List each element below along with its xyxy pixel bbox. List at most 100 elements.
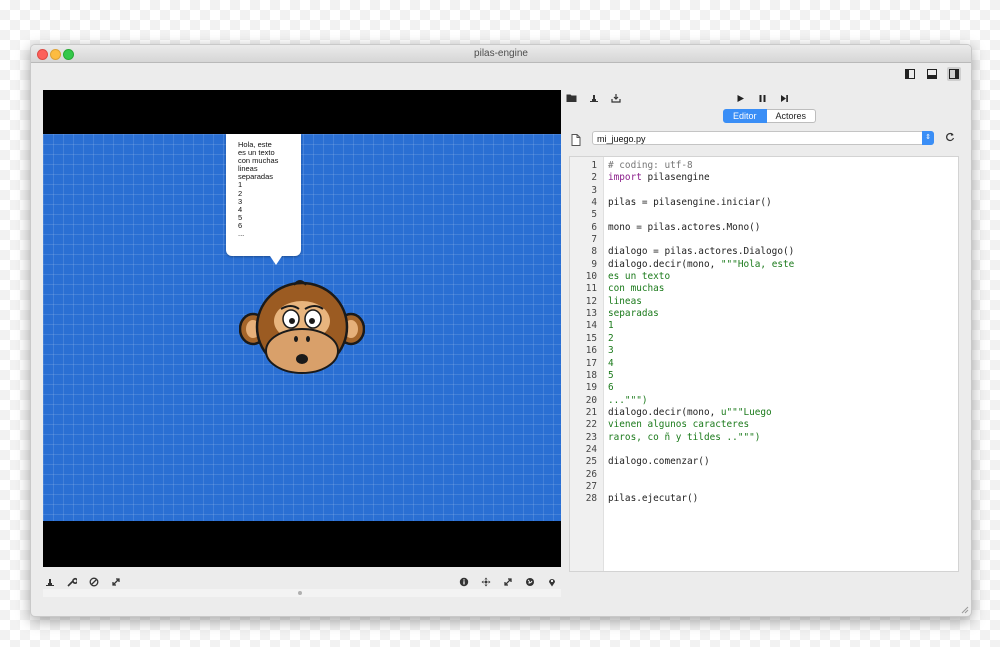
line-number: 2 bbox=[591, 172, 597, 184]
wrench-icon[interactable] bbox=[65, 575, 79, 589]
code-text: dialogo.comenzar() bbox=[608, 456, 710, 468]
select-chevron-icon[interactable]: ⇕ bbox=[922, 131, 934, 145]
code-line[interactable]: 20 ...""") bbox=[570, 395, 958, 407]
line-number: 1 bbox=[591, 160, 597, 171]
canvas-horizontal-scrollbar[interactable] bbox=[43, 589, 561, 597]
resize-grip-icon[interactable] bbox=[961, 606, 969, 614]
code-text: ...""") bbox=[608, 394, 648, 406]
dialog-bubble: Hola, este es un texto con muchas lineas… bbox=[226, 134, 301, 265]
line-number: 20 bbox=[585, 394, 597, 406]
location-pin-icon[interactable] bbox=[545, 575, 559, 589]
code-text: 3 bbox=[608, 345, 614, 357]
monkey-actor[interactable] bbox=[239, 279, 365, 379]
code-text: dialogo.decir(mono, """Hola, este bbox=[608, 258, 795, 270]
layout-bottom-panel-icon[interactable] bbox=[925, 67, 939, 81]
line-number: 27 bbox=[585, 480, 597, 492]
code-line[interactable]: 25 dialogo.comenzar() bbox=[570, 456, 958, 468]
code-line[interactable]: 11 con muchas bbox=[570, 283, 958, 295]
code-text: 5 bbox=[608, 369, 614, 381]
code-text: pilas = pilasengine.iniciar() bbox=[608, 197, 772, 209]
play-icon[interactable] bbox=[733, 91, 747, 105]
code-text: separadas bbox=[608, 308, 659, 320]
game-canvas[interactable]: Hola, este es un texto con muchas lineas… bbox=[43, 90, 561, 567]
line-number: 14 bbox=[585, 320, 597, 332]
layout-left-panel-icon[interactable] bbox=[903, 67, 917, 81]
line-number: 28 bbox=[585, 493, 597, 505]
code-line[interactable]: 19 6 bbox=[570, 382, 958, 394]
game-scene[interactable]: Hola, este es un texto con muchas lineas… bbox=[43, 134, 561, 521]
code-text: es un texto bbox=[608, 271, 671, 283]
title-bar[interactable]: pilas-engine bbox=[31, 45, 971, 63]
move-icon[interactable] bbox=[479, 575, 493, 589]
editor-panel: Editor Actores mi_juego.py ⇕ 1 # coding: … bbox=[565, 90, 961, 574]
code-text: raros, co ñ y tildes ..""") bbox=[608, 431, 761, 443]
line-number: 3 bbox=[591, 184, 597, 196]
line-number: 13 bbox=[585, 308, 597, 320]
line-number: 10 bbox=[585, 271, 597, 283]
code-line[interactable]: 28 pilas.ejecutar() bbox=[570, 493, 958, 505]
code-line[interactable]: 9 dialogo.decir(mono, """Hola, este bbox=[570, 259, 958, 271]
code-line[interactable]: 16 3 bbox=[570, 345, 958, 357]
line-number: 5 bbox=[591, 209, 597, 221]
line-number: 9 bbox=[591, 258, 597, 270]
code-line[interactable]: 27 bbox=[570, 481, 958, 493]
file-select-value: mi_juego.py bbox=[597, 134, 646, 144]
line-number: 25 bbox=[585, 456, 597, 468]
code-line[interactable]: 23 raros, co ñ y tildes ..""") bbox=[570, 432, 958, 444]
code-text: 2 bbox=[608, 332, 614, 344]
code-line[interactable]: 10 es un texto bbox=[570, 271, 958, 283]
code-line[interactable]: 22 vienen algunos caracteres bbox=[570, 419, 958, 431]
line-number: 11 bbox=[585, 283, 597, 295]
no-entry-icon[interactable] bbox=[87, 575, 101, 589]
code-line[interactable]: 15 2 bbox=[570, 333, 958, 345]
file-select[interactable]: mi_juego.py ⇕ bbox=[592, 131, 934, 145]
code-line[interactable]: 12 lineas bbox=[570, 296, 958, 308]
code-line[interactable]: 24 bbox=[570, 444, 958, 456]
code-line[interactable]: 17 4 bbox=[570, 358, 958, 370]
code-line[interactable]: 26 bbox=[570, 469, 958, 481]
code-line[interactable]: 5 bbox=[570, 209, 958, 221]
line-number: 7 bbox=[591, 234, 597, 246]
code-text: mono = pilas.actores.Mono() bbox=[608, 221, 761, 233]
step-forward-icon[interactable] bbox=[777, 91, 791, 105]
line-number: 16 bbox=[585, 345, 597, 357]
globe-icon[interactable] bbox=[523, 575, 537, 589]
code-line[interactable]: 18 5 bbox=[570, 370, 958, 382]
code-line[interactable]: 14 1 bbox=[570, 320, 958, 332]
code-line[interactable]: 13 separadas bbox=[570, 308, 958, 320]
code-line[interactable]: 3 bbox=[570, 185, 958, 197]
code-line[interactable]: 4 pilas = pilasengine.iniciar() bbox=[570, 197, 958, 209]
code-line[interactable]: 2 import pilasengine bbox=[570, 172, 958, 184]
code-line[interactable]: 1 # coding: utf-8 bbox=[570, 160, 958, 172]
tab-actores[interactable]: Actores bbox=[766, 109, 817, 123]
line-number: 24 bbox=[585, 443, 597, 455]
open-folder-icon[interactable] bbox=[565, 91, 579, 105]
actors-icon[interactable] bbox=[587, 91, 601, 105]
code-line[interactable]: 8 dialogo = pilas.actores.Dialogo() bbox=[570, 246, 958, 258]
dialog-bubble-tail bbox=[270, 256, 282, 265]
line-number: 18 bbox=[585, 369, 597, 381]
line-number: 26 bbox=[585, 468, 597, 480]
dialog-bubble-text: Hola, este es un texto con muchas lineas… bbox=[238, 140, 279, 239]
info-icon[interactable] bbox=[457, 575, 471, 589]
code-text: 4 bbox=[608, 357, 614, 369]
pause-icon[interactable] bbox=[755, 91, 769, 105]
resize-icon[interactable] bbox=[501, 575, 515, 589]
code-line[interactable]: 7 bbox=[570, 234, 958, 246]
code-line[interactable]: 21 dialogo.decir(mono, u"""Luego bbox=[570, 407, 958, 419]
code-line[interactable]: 6 mono = pilas.actores.Mono() bbox=[570, 222, 958, 234]
line-number: 15 bbox=[585, 332, 597, 344]
actors-tool-icon[interactable] bbox=[43, 575, 57, 589]
window-title: pilas-engine bbox=[474, 48, 528, 59]
layout-toggle-group bbox=[903, 67, 961, 81]
layout-right-panel-icon[interactable] bbox=[947, 67, 961, 81]
scroll-handle[interactable] bbox=[298, 591, 302, 595]
line-number: 23 bbox=[585, 431, 597, 443]
code-editor[interactable]: 1 # coding: utf-8 2 import pilasengine 3 4 pil… bbox=[569, 156, 959, 572]
reload-icon[interactable] bbox=[945, 132, 957, 144]
export-icon[interactable] bbox=[609, 91, 623, 105]
tab-editor[interactable]: Editor bbox=[723, 109, 767, 123]
code-lines: 1 # coding: utf-8 2 import pilasengine 3 4 pil… bbox=[570, 160, 958, 506]
expand-icon[interactable] bbox=[109, 575, 123, 589]
line-number: 4 bbox=[591, 197, 597, 209]
